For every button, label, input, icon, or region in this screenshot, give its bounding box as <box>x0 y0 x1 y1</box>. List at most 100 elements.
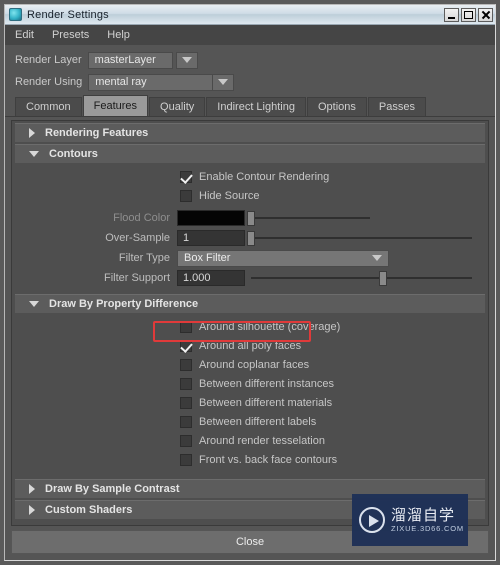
checkbox-row-around-render-tesselation[interactable]: Around render tesselation <box>12 431 488 450</box>
watermark-brand-cn: 溜溜自学 <box>391 506 456 524</box>
checkbox-label: Around all poly faces <box>199 339 302 352</box>
checkbox-icon[interactable] <box>180 415 192 428</box>
section-title: Rendering Features <box>45 127 149 139</box>
checkbox-row-hide-source[interactable]: Hide Source <box>12 186 488 205</box>
chevron-down-icon <box>181 57 192 63</box>
checkbox-label: Around coplanar faces <box>199 358 310 371</box>
checkbox-label: Between different instances <box>199 377 334 390</box>
render-layer-select[interactable]: masterLayer <box>87 51 173 69</box>
render-using-select[interactable]: mental ray <box>88 73 214 91</box>
render-layer-dropdown-button[interactable] <box>175 51 198 69</box>
checkbox-icon[interactable] <box>180 434 192 447</box>
tab-passes[interactable]: Passes <box>367 97 426 116</box>
section-draw-by-property-difference[interactable]: Draw By Property Difference <box>15 294 485 313</box>
play-button-logo-icon <box>359 507 385 533</box>
checkbox-row-around-coplanar-faces[interactable]: Around coplanar faces <box>12 355 488 374</box>
checkbox-row-around-all-poly-faces[interactable]: Around all poly faces <box>12 336 488 355</box>
render-layer-label: Render Layer <box>15 54 82 66</box>
row-flood-color: Flood Color <box>12 208 488 228</box>
filter-type-label: Filter Type <box>118 252 170 264</box>
window-controls <box>444 7 493 22</box>
section-title: Contours <box>49 148 98 160</box>
checkbox-label: Hide Source <box>199 189 260 202</box>
filter-type-value: Box Filter <box>184 252 231 264</box>
tab-options[interactable]: Options <box>306 97 367 116</box>
minimize-button[interactable] <box>444 7 459 22</box>
slider-track <box>247 237 472 239</box>
row-filter-type: Filter Type Box Filter <box>12 248 488 268</box>
watermark-brand-url: ZIXUE.3D66.COM <box>391 523 464 533</box>
chevron-right-icon <box>29 128 35 138</box>
section-title: Custom Shaders <box>45 504 133 516</box>
watermark-overlay: 溜溜自学 ZIXUE.3D66.COM <box>352 494 468 546</box>
over-sample-slider[interactable] <box>247 230 472 246</box>
menu-bar: Edit Presets Help <box>5 25 495 45</box>
title-bar[interactable]: Render Settings <box>5 5 495 25</box>
checkbox-row-between-different-instances[interactable]: Between different instances <box>12 374 488 393</box>
tab-quality[interactable]: Quality <box>149 97 206 116</box>
checkbox-icon[interactable] <box>180 358 192 371</box>
chevron-down-icon <box>29 301 39 307</box>
maya-app-icon <box>9 8 22 21</box>
checkbox-row-between-different-labels[interactable]: Between different labels <box>12 412 488 431</box>
checkbox-icon[interactable] <box>180 189 192 202</box>
property-difference-panel: Around silhouette (coverage) Around all … <box>12 313 488 473</box>
flood-color-swatch[interactable] <box>177 210 245 226</box>
watermark-text: 溜溜自学 ZIXUE.3D66.COM <box>391 507 464 534</box>
checkbox-icon[interactable] <box>180 377 192 390</box>
settings-panel: Rendering Features Contours Enable Conto… <box>11 120 489 526</box>
render-using-row: Render Using mental ray <box>5 71 495 93</box>
over-sample-input[interactable]: 1 <box>177 230 245 246</box>
render-using-label: Render Using <box>15 76 83 88</box>
checkbox-label: Around render tesselation <box>199 434 325 447</box>
tab-features[interactable]: Features <box>82 95 149 116</box>
checkbox-icon[interactable] <box>180 320 192 333</box>
render-settings-window: Render Settings Edit Presets Help Render… <box>4 4 496 561</box>
checkbox-label: Front vs. back face contours <box>199 453 338 466</box>
checkbox-row-enable-contour-rendering[interactable]: Enable Contour Rendering <box>12 167 488 186</box>
window-title: Render Settings <box>27 8 109 21</box>
checkbox-icon[interactable] <box>180 396 192 409</box>
filter-type-select[interactable]: Box Filter <box>177 249 389 267</box>
checkbox-label: Between different materials <box>199 396 333 409</box>
checkbox-label: Enable Contour Rendering <box>199 170 330 183</box>
render-layer-row: Render Layer masterLayer <box>5 49 495 71</box>
render-using-dropdown-button[interactable] <box>212 73 235 91</box>
slider-handle[interactable] <box>247 210 255 226</box>
row-over-sample: Over-Sample 1 <box>12 228 488 248</box>
maximize-button[interactable] <box>461 7 476 22</box>
chevron-down-icon <box>218 79 229 85</box>
checkbox-icon[interactable] <box>180 170 192 183</box>
chevron-down-icon <box>29 151 39 157</box>
checkbox-row-around-silhouette[interactable]: Around silhouette (coverage) <box>12 317 488 336</box>
contours-panel: Enable Contour Rendering Hide Source Flo… <box>12 163 488 292</box>
filter-support-slider[interactable] <box>251 270 472 286</box>
slider-handle[interactable] <box>379 270 388 286</box>
filter-support-label: Filter Support <box>103 272 170 284</box>
section-title: Draw By Property Difference <box>49 298 199 310</box>
close-window-button[interactable] <box>478 7 493 22</box>
chevron-right-icon <box>29 484 35 494</box>
slider-handle[interactable] <box>247 230 255 246</box>
menu-item-edit[interactable]: Edit <box>15 29 34 41</box>
checkbox-icon[interactable] <box>180 339 192 352</box>
section-contours[interactable]: Contours <box>15 144 485 163</box>
checkbox-label: Between different labels <box>199 415 317 428</box>
tab-bar: Common Features Quality Indirect Lightin… <box>5 95 495 117</box>
checkbox-label: Around silhouette (coverage) <box>199 320 341 333</box>
tab-indirect-lighting[interactable]: Indirect Lighting <box>206 97 306 116</box>
checkbox-row-front-vs-back-face-contours[interactable]: Front vs. back face contours <box>12 450 488 469</box>
menu-item-help[interactable]: Help <box>107 29 130 41</box>
flood-color-label: Flood Color <box>113 212 170 224</box>
row-filter-support: Filter Support 1.000 <box>12 268 488 288</box>
flood-color-slider[interactable] <box>247 210 452 226</box>
menu-item-presets[interactable]: Presets <box>52 29 89 41</box>
filter-support-input[interactable]: 1.000 <box>177 270 245 286</box>
checkbox-icon[interactable] <box>180 453 192 466</box>
slider-track <box>247 217 370 219</box>
section-rendering-features[interactable]: Rendering Features <box>15 123 485 142</box>
over-sample-label: Over-Sample <box>105 232 170 244</box>
chevron-down-icon[interactable] <box>366 251 388 266</box>
checkbox-row-between-different-materials[interactable]: Between different materials <box>12 393 488 412</box>
tab-common[interactable]: Common <box>15 97 82 116</box>
